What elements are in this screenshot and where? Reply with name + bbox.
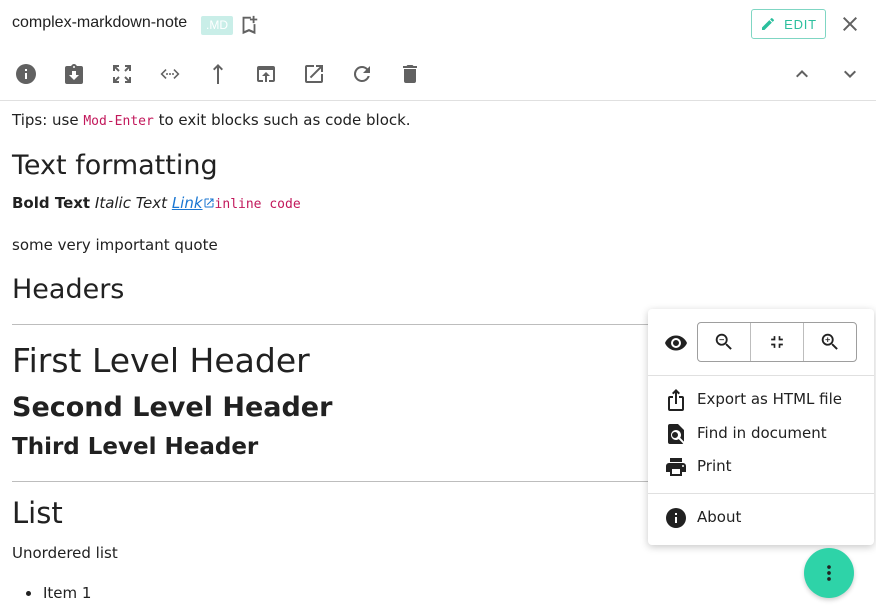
- more-options-button[interactable]: [804, 548, 854, 598]
- link-text[interactable]: Link: [172, 194, 215, 212]
- note-title: complex-markdown-note: [12, 14, 188, 31]
- code-icon[interactable]: [158, 62, 182, 86]
- unordered-list-label: Unordered list: [12, 544, 118, 562]
- zoom-in-icon: [821, 333, 838, 350]
- print-label: Print: [697, 457, 732, 475]
- heading-headers: Headers: [12, 274, 125, 305]
- file-type-badge: .MD: [201, 16, 233, 35]
- tips-text: Tips: use Mod-Enter to exit blocks such …: [12, 111, 411, 129]
- pencil-icon: [762, 17, 775, 30]
- heading-level-1: First Level Header: [12, 341, 310, 380]
- fullscreen-exit-icon: [771, 336, 783, 348]
- find-in-document-menu-item[interactable]: Find in document: [648, 418, 874, 450]
- link-label: Link: [171, 194, 203, 212]
- tips-shortcut: Mod-Enter: [83, 114, 154, 129]
- blockquote: some very important quote: [12, 236, 218, 254]
- tips-suffix: to exit blocks such as code block.: [153, 111, 411, 129]
- export-html-menu-item[interactable]: Export as HTML file: [648, 384, 874, 416]
- external-link-icon[interactable]: [302, 62, 326, 86]
- bold-text: Bold Text: [12, 194, 91, 212]
- zoom-in-button[interactable]: [804, 323, 856, 361]
- export-label: Export as HTML file: [697, 390, 842, 408]
- menu-separator: [648, 493, 874, 494]
- menu-separator: [648, 375, 874, 376]
- about-menu-item[interactable]: About: [648, 502, 874, 534]
- inline-code: inline code: [214, 197, 301, 212]
- note-toolbar: [0, 56, 876, 92]
- edit-button[interactable]: EDIT: [751, 9, 826, 39]
- bookmark-add-icon[interactable]: [238, 14, 260, 36]
- zoom-out-icon: [715, 333, 732, 350]
- about-label: About: [697, 508, 742, 526]
- formatting-examples: Bold Text Italic Text Link inline code: [12, 194, 301, 212]
- refresh-icon[interactable]: [350, 62, 374, 86]
- title-bar: complex-markdown-note .MD EDIT: [0, 0, 876, 48]
- heading-text-formatting: Text formatting: [12, 150, 218, 181]
- info-icon[interactable]: [14, 62, 38, 86]
- share-up-icon[interactable]: [206, 62, 230, 86]
- more-vertical-icon: [827, 565, 831, 581]
- eye-icon[interactable]: [664, 331, 688, 355]
- info-icon: [664, 506, 688, 530]
- download-icon[interactable]: [62, 62, 86, 86]
- print-menu-item[interactable]: Print: [648, 451, 874, 483]
- find-in-page-icon: [664, 422, 688, 446]
- bullet: [26, 591, 31, 596]
- zoom-controls: [697, 322, 857, 362]
- find-label: Find in document: [697, 424, 827, 442]
- italic-text: Italic Text: [94, 194, 168, 212]
- more-options-menu: Export as HTML file Find in document Pri…: [648, 309, 874, 545]
- close-icon[interactable]: [838, 12, 862, 36]
- heading-level-3: Third Level Header: [12, 434, 259, 460]
- export-icon: [664, 388, 688, 412]
- chevron-up-icon[interactable]: [790, 62, 814, 86]
- print-icon: [664, 455, 688, 479]
- open-in-icon[interactable]: [254, 62, 278, 86]
- list-item-label: Item 1: [43, 584, 92, 602]
- heading-list: List: [12, 496, 63, 530]
- edit-label: EDIT: [784, 16, 817, 32]
- external-link-small-icon: [204, 198, 214, 208]
- zoom-out-button[interactable]: [698, 323, 751, 361]
- toolbar-divider: [0, 100, 876, 101]
- list-item: Item 1: [26, 584, 91, 602]
- fullscreen-icon[interactable]: [110, 62, 134, 86]
- heading-level-2: Second Level Header: [12, 392, 333, 423]
- chevron-down-icon[interactable]: [838, 62, 862, 86]
- tips-prefix: Tips: use: [12, 111, 84, 129]
- zoom-reset-button[interactable]: [751, 323, 804, 361]
- delete-icon[interactable]: [398, 62, 422, 86]
